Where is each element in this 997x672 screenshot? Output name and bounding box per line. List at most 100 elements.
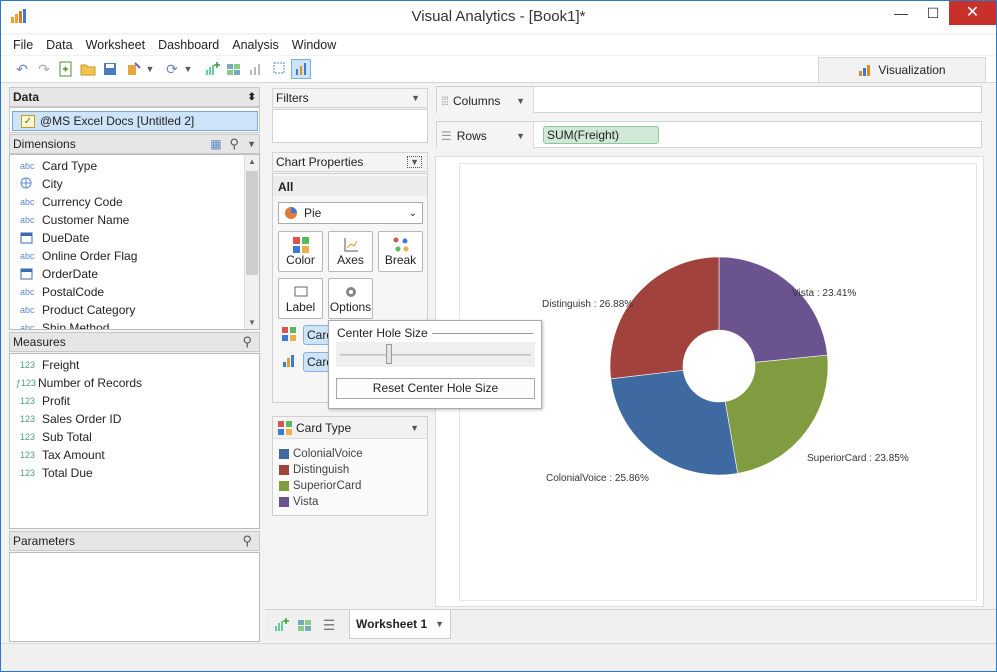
data-source-item[interactable]: ✓ @MS Excel Docs [Untitled 2] [12, 111, 258, 131]
dimension-item[interactable]: abc Online Order Flag [10, 247, 259, 265]
dimension-item[interactable]: abc PostalCode [10, 283, 259, 301]
measure-item[interactable]: ƒ123 Number of Records [10, 374, 259, 392]
dimension-item[interactable]: abc Currency Code [10, 193, 259, 211]
table-view-icon[interactable]: ▦ [210, 137, 221, 151]
number-type-icon: 123 [20, 468, 36, 478]
refresh-icon[interactable]: ⟳ [162, 59, 182, 79]
reset-center-hole-button[interactable]: Reset Center Hole Size [336, 378, 535, 399]
center-hole-slider[interactable] [336, 342, 535, 367]
scroll-up-icon[interactable]: ▲ [248, 157, 256, 166]
legend-items: ColonialVoice Distinguish SuperiorCard Vist… [273, 439, 427, 510]
options-button[interactable]: Options [328, 278, 373, 319]
label-button[interactable]: Label [278, 278, 323, 319]
menu-data[interactable]: Data [34, 35, 77, 52]
legend-menu-arrow-icon[interactable]: ▼ [410, 423, 419, 433]
worksheet-1-tab-label: Worksheet 1 [356, 617, 428, 631]
legend-item[interactable]: Vista [273, 494, 427, 510]
worksheet-1-tab[interactable]: Worksheet 1 ▼ [349, 610, 451, 639]
measure-label: Sales Order ID [42, 412, 122, 426]
search-icon[interactable]: ⚲ [230, 136, 240, 152]
scroll-down-icon[interactable]: ▼ [248, 318, 256, 327]
measures-header: Measures ⚲ [9, 332, 260, 352]
dimension-item[interactable]: OrderDate [10, 265, 259, 283]
menu-analysis[interactable]: Analysis [220, 35, 284, 52]
parameters-search-icon[interactable]: ⚲ [242, 533, 252, 549]
measure-item[interactable]: 123 Sales Order ID [10, 410, 259, 428]
chart-type-select[interactable]: Pie ⌄ [278, 202, 423, 224]
selection-tool-icon[interactable] [270, 59, 290, 79]
measure-item[interactable]: 123 Freight [10, 356, 259, 374]
color-button[interactable]: Color [278, 231, 323, 272]
worksheet-tab-menu-arrow-icon[interactable]: ▼ [435, 619, 444, 629]
refresh-dropdown-arrow-icon[interactable]: ▼ [182, 59, 194, 79]
popup-title: Center Hole Size [337, 326, 428, 340]
undo-icon[interactable]: ↶ [12, 59, 32, 79]
measure-item[interactable]: 123 Profit [10, 392, 259, 410]
pie-slice[interactable] [610, 369, 739, 476]
legend-item[interactable]: Distinguish [273, 462, 427, 478]
new-document-icon[interactable] [56, 59, 76, 79]
measure-item[interactable]: 123 Sub Total [10, 428, 259, 446]
dimension-item[interactable]: abc Card Type [10, 157, 259, 175]
data-source-check-icon: ✓ [21, 114, 35, 128]
clear-sheet-icon[interactable] [246, 59, 266, 79]
minimize-button[interactable]: — [885, 1, 917, 25]
dimension-label: Ship Method [42, 321, 110, 330]
new-worksheet-icon[interactable] [202, 59, 222, 79]
chart-properties-menu-arrow-icon[interactable]: ▼ [407, 156, 422, 168]
calendar-icon [20, 231, 42, 246]
sheet-list-icon[interactable]: ☰ [319, 615, 339, 635]
measure-item[interactable]: 123 Tax Amount [10, 446, 259, 464]
axes-button[interactable]: Axes [328, 231, 373, 272]
legend-item[interactable]: SuperiorCard [273, 478, 427, 494]
chart-properties-header: Chart Properties ▼ [272, 152, 428, 172]
dimension-item[interactable]: City [10, 175, 259, 193]
pie-slice[interactable] [718, 256, 828, 363]
menu-worksheet[interactable]: Worksheet [74, 35, 151, 52]
open-folder-icon[interactable] [78, 59, 98, 79]
measure-item[interactable]: 123 Total Due [10, 464, 259, 482]
add-worksheet-tab-icon[interactable] [271, 615, 291, 635]
visualization-tab[interactable]: Visualization [818, 57, 986, 82]
menu-window[interactable]: Window [280, 35, 341, 52]
break-button[interactable]: Break [378, 231, 423, 272]
string-type-icon: abc [20, 251, 35, 261]
scrollbar-thumb[interactable] [246, 171, 258, 275]
add-dashboard-tab-icon[interactable] [295, 615, 315, 635]
pie-slice-label: ColonialVoice : 25.86% [546, 473, 649, 484]
save-icon[interactable] [100, 59, 120, 79]
dimension-item[interactable]: abc Product Category [10, 301, 259, 319]
filters-menu-arrow-icon[interactable]: ▼ [411, 93, 420, 103]
break-button-label: Break [384, 253, 417, 267]
data-wand-icon[interactable] [124, 59, 144, 79]
menu-file[interactable]: File [1, 35, 38, 52]
maximize-button[interactable]: ☐ [917, 1, 949, 25]
rows-pill-sum-freight[interactable]: SUM(Freight) [543, 126, 659, 144]
rows-menu-arrow-icon[interactable]: ▼ [516, 131, 525, 141]
data-source-label: @MS Excel Docs [Untitled 2] [40, 114, 195, 128]
new-dashboard-icon[interactable] [224, 59, 244, 79]
columns-shelf[interactable]: ⁞⁞⁞ Columns ▼ [436, 86, 982, 114]
filters-drop-area[interactable] [272, 109, 428, 143]
menu-dashboard[interactable]: Dashboard [146, 35, 224, 52]
title-bar: Visual Analytics - [Book1]* — ☐ ✕ [1, 1, 996, 33]
legend-item[interactable]: ColonialVoice [273, 446, 427, 462]
string-type-icon: abc [20, 287, 35, 297]
color-palette-icon [293, 237, 309, 253]
rows-shelf[interactable]: ☰ Rows ▼ SUM(Freight) [436, 121, 982, 149]
dimensions-menu-arrow-icon[interactable]: ▼ [247, 139, 256, 149]
dimension-item[interactable]: abc Customer Name [10, 211, 259, 229]
slider-thumb[interactable] [386, 344, 393, 364]
data-dropdown-arrow-icon[interactable]: ▼ [144, 59, 156, 79]
measures-search-icon[interactable]: ⚲ [242, 334, 252, 350]
redo-icon[interactable]: ↷ [34, 59, 54, 79]
dimensions-scrollbar[interactable]: ▲ ▼ [244, 155, 259, 329]
columns-menu-arrow-icon[interactable]: ▼ [516, 96, 525, 106]
dimension-item[interactable]: abc Ship Method [10, 319, 259, 330]
pie-slice[interactable] [609, 256, 720, 380]
show-me-icon[interactable] [291, 59, 311, 79]
dimension-item[interactable]: DueDate [10, 229, 259, 247]
sort-updown-icon[interactable]: ⬍ [248, 92, 256, 103]
string-type-icon: abc [20, 161, 35, 171]
close-button[interactable]: ✕ [949, 1, 996, 25]
